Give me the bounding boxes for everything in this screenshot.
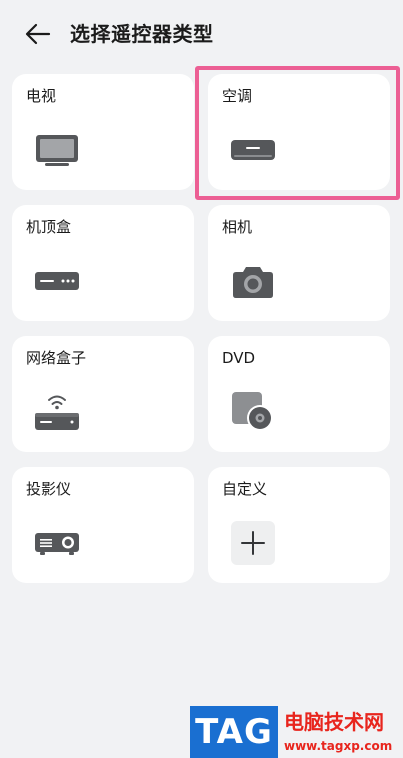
air-conditioner-icon [226,126,280,174]
device-label: 相机 [222,218,253,236]
page-title: 选择遥控器类型 [70,22,214,46]
dvd-icon [226,388,280,436]
plus-icon [226,519,280,567]
device-label: 投影仪 [26,480,72,498]
device-card-custom[interactable]: 自定义 [208,467,390,583]
device-card-projector[interactable]: 投影仪 [12,467,194,583]
set-top-box-icon [30,257,84,305]
device-label: 自定义 [222,480,268,498]
screen: 选择遥控器类型 电视 空调 机顶盒 相机 网络盒子 DVD 投影仪 自定义 TA… [0,0,403,758]
watermark-url: www.tagxp.com [284,739,393,753]
tv-icon [30,126,84,174]
device-label: 网络盒子 [26,349,87,367]
back-button[interactable] [22,20,54,48]
network-box-icon [30,388,84,436]
device-card-air-conditioner[interactable]: 空调 [195,66,400,200]
device-card-camera[interactable]: 相机 [208,205,390,321]
device-card-tv[interactable]: 电视 [12,74,194,190]
device-label: 电视 [26,87,57,105]
watermark: TAG 电脑技术网 www.tagxp.com [190,706,403,758]
watermark-tag: TAG [190,706,278,758]
watermark-name: 电脑技术网 [284,710,384,734]
projector-icon [30,519,84,567]
device-card-set-top-box[interactable]: 机顶盒 [12,205,194,321]
device-label: DVD [222,349,256,367]
arrow-left-icon [25,23,51,45]
device-label: 空调 [222,87,253,105]
header: 选择遥控器类型 [0,0,403,70]
device-card-network-box[interactable]: 网络盒子 [12,336,194,452]
device-label: 机顶盒 [26,218,72,236]
camera-icon [226,257,280,305]
device-grid: 电视 空调 机顶盒 相机 网络盒子 DVD 投影仪 自定义 [12,66,400,583]
device-card-dvd[interactable]: DVD [208,336,390,452]
